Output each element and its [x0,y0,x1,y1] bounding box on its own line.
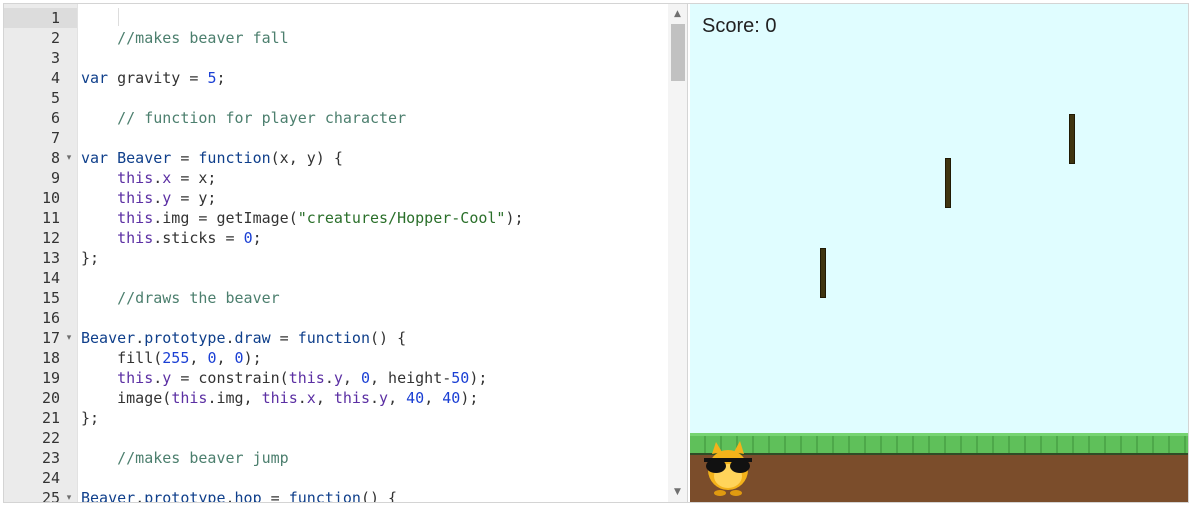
code-text: var Beaver = function(x, y) { [81,149,343,167]
code-text: var gravity = 5; [81,69,226,87]
code-text: fill(255, 0, 0); [81,349,262,367]
code-line[interactable]: 4 var gravity = 5; [4,68,668,88]
line-number: 16 [41,309,60,327]
hopper-cool-character-icon [704,441,752,496]
code-text: this.x = x; [117,169,217,187]
line-number: 1 [50,9,60,27]
line-number: 20 [41,389,60,407]
line-number: 19 [41,369,60,387]
line-number: 5 [50,89,60,107]
code-line[interactable]: 10 this.y = y; [4,188,668,208]
line-number: 21 [41,409,60,427]
code-line[interactable]: 20 image(this.img, this.x, this.y, 40, 4… [4,388,668,408]
line-number: 25 [41,489,60,502]
fold-toggle-icon[interactable]: ▾ [64,148,74,168]
line-number: 11 [41,209,60,227]
code-line[interactable]: 7 [4,128,668,148]
line-number: 4 [50,69,60,87]
score-text: Score: 0 [702,15,777,37]
code-line[interactable]: 25 ▾ Beaver.prototype.hop = function() { [4,488,668,502]
stick [1069,114,1075,164]
code-line[interactable]: 3 [4,48,668,68]
line-number: 2 [50,29,60,47]
line-number: 8 [50,149,60,167]
scrollbar-thumb[interactable] [671,24,685,81]
scroll-up-icon[interactable]: ▲ [668,6,687,22]
code-line[interactable]: 19 this.y = constrain(this.y, 0, height-… [4,368,668,388]
code-line[interactable]: 14 [4,268,668,288]
scroll-down-icon[interactable]: ▼ [668,484,687,500]
code-editor-app: 12 //makes beaver fall 3 4 var gravity = 5;… [3,3,1189,503]
text-cursor [118,8,119,26]
code-line[interactable]: 24 [4,468,668,488]
code-line[interactable]: 6 // function for player character [4,108,668,128]
fold-toggle-icon[interactable]: ▾ [64,488,74,502]
code-text: image(this.img, this.x, this.y, 40, 40); [81,389,479,407]
code-text: //draws the beaver [81,289,280,307]
line-number: 18 [41,349,60,367]
code-line[interactable]: 9 this.x = x; [4,168,668,188]
code-line[interactable]: 12 this.sticks = 0; [4,228,668,248]
code-text: this.sticks = 0; [117,229,262,247]
line-number: 7 [50,129,60,147]
line-number: 15 [41,289,60,307]
editor-scrollbar[interactable]: ▲ ▼ [668,4,687,502]
code-line[interactable]: 2 //makes beaver fall [4,28,668,48]
code-line[interactable]: 1 [4,8,668,28]
code-text: Beaver.prototype.draw = function() { [81,329,407,347]
code-text: }; [81,249,100,267]
line-number: 24 [41,469,60,487]
code-text: }; [81,409,100,427]
line-number: 23 [41,449,60,467]
code-text: //makes beaver jump [81,449,289,467]
code-line[interactable]: 11 this.img = getImage("creatures/Hopper… [4,208,668,228]
line-number: 12 [41,229,60,247]
code-line[interactable]: 5 [4,88,668,108]
code-text: Beaver.prototype.hop = function() { [81,489,398,502]
code-editor[interactable]: 12 //makes beaver fall 3 4 var gravity = 5;… [4,4,688,502]
code-text: this.y = constrain(this.y, 0, height-50)… [117,369,488,387]
fold-toggle-icon[interactable]: ▾ [64,328,74,348]
stick [945,158,951,208]
code-lines[interactable]: 12 //makes beaver fall 3 4 var gravity = 5;… [4,4,668,502]
code-line[interactable]: 22 [4,428,668,448]
code-line[interactable]: 16 [4,308,668,328]
grass-ground [690,433,1188,453]
line-number: 13 [41,249,60,267]
code-line[interactable]: 13}; [4,248,668,268]
line-number: 9 [50,169,60,187]
line-number: 14 [41,269,60,287]
code-text: // function for player character [81,109,407,127]
code-line[interactable]: 17 ▾ Beaver.prototype.draw = function() { [4,328,668,348]
stick [820,248,826,298]
code-line[interactable]: 8 ▾ var Beaver = function(x, y) { [4,148,668,168]
line-number: 17 [41,329,60,347]
code-text: this.img = getImage("creatures/Hopper-Co… [117,209,524,227]
line-number: 22 [41,429,60,447]
code-line[interactable]: 23 //makes beaver jump [4,448,668,468]
code-text: this.y = y; [117,189,217,207]
line-number: 6 [50,109,60,127]
line-number: 10 [41,189,60,207]
code-line[interactable]: 15 //draws the beaver [4,288,668,308]
line-number: 3 [50,49,60,67]
code-line[interactable]: 18 fill(255, 0, 0); [4,348,668,368]
program-output-canvas[interactable]: Score: 0 [690,4,1188,502]
code-text: //makes beaver fall [81,29,289,47]
dirt-ground [690,453,1188,502]
code-line[interactable]: 21}; [4,408,668,428]
